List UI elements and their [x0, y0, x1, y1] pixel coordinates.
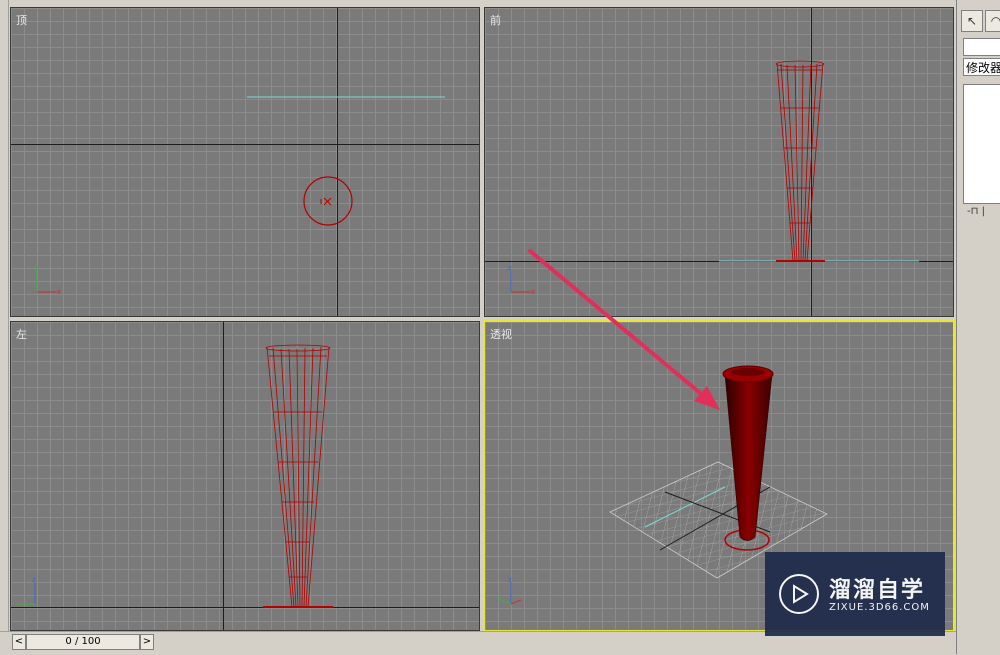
top-view-object[interactable] — [11, 8, 479, 316]
modify-arc-icon: ◠ — [990, 14, 1000, 28]
axis-gizmo-front: z x — [508, 264, 535, 296]
gizmo-z-label: z — [508, 576, 512, 584]
modifier-list-dropdown[interactable]: 修改器列表 — [963, 58, 1000, 76]
viewport-left[interactable]: 左 z — [10, 321, 480, 631]
create-tab-button[interactable]: ↖ — [961, 10, 983, 32]
object-name-field[interactable] — [963, 38, 1000, 56]
gizmo-z-label: z — [32, 576, 36, 584]
axis-gizmo-left: z — [17, 576, 36, 605]
watermark-title: 溜溜自学 — [829, 578, 926, 603]
gizmo-x-label: x — [57, 288, 61, 296]
gizmo-z-label: z — [508, 264, 512, 272]
modifier-stack-list[interactable] — [963, 84, 1000, 204]
timeline-prev-button[interactable]: < — [12, 634, 26, 650]
cursor-arrow-icon: ↖ — [966, 14, 978, 28]
command-panel: ↖ ◠ 修改器列表 -⊓ | — [956, 0, 1000, 654]
axis-gizmo-perspective: z — [496, 576, 522, 605]
modify-tab-button[interactable]: ◠ — [985, 10, 1000, 32]
front-view-object[interactable] — [485, 8, 953, 316]
gizmo-y-label: y — [34, 264, 38, 272]
watermark-logo: 溜溜自学 ZIXUE.3D66.COM — [765, 552, 945, 636]
pin-stack-icon[interactable]: -⊓ | — [967, 206, 985, 217]
watermark-url: ZIXUE.3D66.COM — [829, 602, 930, 613]
viewport-top[interactable]: 顶 y x — [10, 7, 480, 317]
play-logo-icon — [779, 574, 819, 614]
left-view-object[interactable] — [11, 322, 479, 630]
gizmo-x-label: x — [531, 288, 535, 296]
left-toolbar-edge — [0, 0, 9, 654]
timeline-next-button[interactable]: > — [140, 634, 154, 650]
time-slider[interactable]: 0 / 100 — [26, 634, 140, 650]
axis-gizmo-top: y x — [34, 264, 61, 296]
viewport-front[interactable]: 前 z x — [484, 7, 954, 317]
